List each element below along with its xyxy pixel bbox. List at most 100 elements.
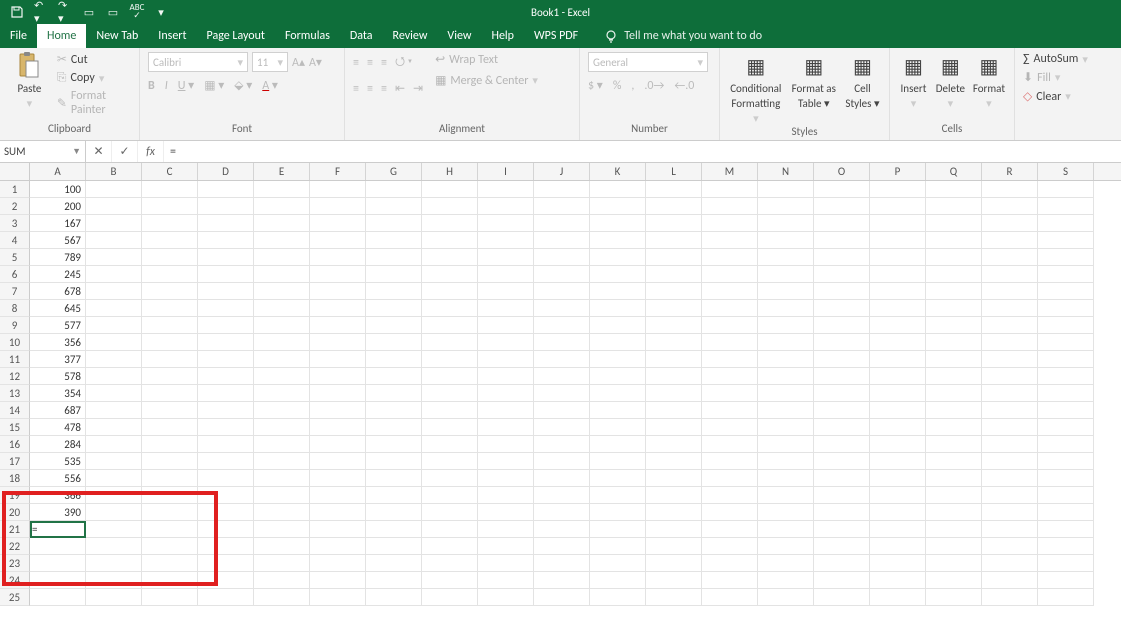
cell-D7[interactable]	[198, 283, 254, 300]
cell-G4[interactable]	[366, 232, 422, 249]
undo-icon[interactable]: ↶ ▾	[34, 5, 48, 19]
col-header-J[interactable]: J	[534, 163, 590, 180]
cell-N18[interactable]	[758, 470, 814, 487]
cell-R9[interactable]	[982, 317, 1038, 334]
cell-D24[interactable]	[198, 572, 254, 589]
fill-color-button[interactable]: ⬙ ▾	[234, 78, 252, 93]
cell-G18[interactable]	[366, 470, 422, 487]
cell-J22[interactable]	[534, 538, 590, 555]
cell-N3[interactable]	[758, 215, 814, 232]
cell-S2[interactable]	[1038, 198, 1094, 215]
cell-A3[interactable]: 167	[30, 215, 86, 232]
cell-B18[interactable]	[86, 470, 142, 487]
cell-M2[interactable]	[702, 198, 758, 215]
cell-E15[interactable]	[254, 419, 310, 436]
cell-E5[interactable]	[254, 249, 310, 266]
cell-H8[interactable]	[422, 300, 478, 317]
align-bottom-icon[interactable]: ≡	[381, 56, 387, 70]
cell-Q15[interactable]	[926, 419, 982, 436]
select-all-corner[interactable]	[0, 163, 30, 180]
cell-F1[interactable]	[310, 181, 366, 198]
cell-I16[interactable]	[478, 436, 534, 453]
cell-D6[interactable]	[198, 266, 254, 283]
cell-L12[interactable]	[646, 368, 702, 385]
cell-H14[interactable]	[422, 402, 478, 419]
cell-M19[interactable]	[702, 487, 758, 504]
cell-M25[interactable]	[702, 589, 758, 606]
cell-A1[interactable]: 100	[30, 181, 86, 198]
number-format-select[interactable]: General▾	[588, 52, 708, 72]
col-header-R[interactable]: R	[982, 163, 1038, 180]
cell-R20[interactable]	[982, 504, 1038, 521]
cell-K18[interactable]	[590, 470, 646, 487]
cell-O2[interactable]	[814, 198, 870, 215]
col-header-G[interactable]: G	[366, 163, 422, 180]
cell-P1[interactable]	[870, 181, 926, 198]
cell-N15[interactable]	[758, 419, 814, 436]
cell-J19[interactable]	[534, 487, 590, 504]
col-header-I[interactable]: I	[478, 163, 534, 180]
cell-S9[interactable]	[1038, 317, 1094, 334]
cell-J5[interactable]	[534, 249, 590, 266]
cell-K10[interactable]	[590, 334, 646, 351]
cell-H12[interactable]	[422, 368, 478, 385]
cell-J20[interactable]	[534, 504, 590, 521]
cell-C22[interactable]	[142, 538, 198, 555]
align-middle-icon[interactable]: ≡	[367, 56, 373, 70]
cell-P24[interactable]	[870, 572, 926, 589]
cell-M7[interactable]	[702, 283, 758, 300]
cell-A22[interactable]	[30, 538, 86, 555]
cell-B12[interactable]	[86, 368, 142, 385]
cell-S18[interactable]	[1038, 470, 1094, 487]
cell-R17[interactable]	[982, 453, 1038, 470]
cell-K12[interactable]	[590, 368, 646, 385]
cell-D12[interactable]	[198, 368, 254, 385]
cell-G13[interactable]	[366, 385, 422, 402]
cell-O13[interactable]	[814, 385, 870, 402]
spellcheck-icon[interactable]: ABC✓	[130, 5, 144, 19]
cell-K6[interactable]	[590, 266, 646, 283]
cell-F20[interactable]	[310, 504, 366, 521]
tab-review[interactable]: Review	[383, 24, 438, 48]
cell-H19[interactable]	[422, 487, 478, 504]
tab-home[interactable]: Home	[37, 24, 86, 48]
align-center-icon[interactable]: ≡	[367, 82, 373, 96]
cell-L9[interactable]	[646, 317, 702, 334]
cell-Q6[interactable]	[926, 266, 982, 283]
cell-R22[interactable]	[982, 538, 1038, 555]
cell-F2[interactable]	[310, 198, 366, 215]
cell-A8[interactable]: 645	[30, 300, 86, 317]
cell-I19[interactable]	[478, 487, 534, 504]
cell-D13[interactable]	[198, 385, 254, 402]
cell-R23[interactable]	[982, 555, 1038, 572]
cell-J10[interactable]	[534, 334, 590, 351]
font-name-select[interactable]: Calibri▾	[148, 52, 248, 72]
cell-O15[interactable]	[814, 419, 870, 436]
cell-F13[interactable]	[310, 385, 366, 402]
cell-Q11[interactable]	[926, 351, 982, 368]
cell-B14[interactable]	[86, 402, 142, 419]
print-icon[interactable]: ▭	[106, 5, 120, 19]
cell-S3[interactable]	[1038, 215, 1094, 232]
cell-S11[interactable]	[1038, 351, 1094, 368]
cell-A4[interactable]: 567	[30, 232, 86, 249]
cell-E23[interactable]	[254, 555, 310, 572]
align-right-icon[interactable]: ≡	[381, 82, 387, 96]
col-header-O[interactable]: O	[814, 163, 870, 180]
cell-B15[interactable]	[86, 419, 142, 436]
bold-button[interactable]: B	[148, 79, 155, 93]
cell-G6[interactable]	[366, 266, 422, 283]
cell-H13[interactable]	[422, 385, 478, 402]
cell-L22[interactable]	[646, 538, 702, 555]
cell-G12[interactable]	[366, 368, 422, 385]
cell-E19[interactable]	[254, 487, 310, 504]
cell-R25[interactable]	[982, 589, 1038, 606]
decrease-decimal-icon[interactable]: ←.0	[674, 79, 694, 93]
cell-G9[interactable]	[366, 317, 422, 334]
cell-C24[interactable]	[142, 572, 198, 589]
cell-A20[interactable]: 390	[30, 504, 86, 521]
cell-L13[interactable]	[646, 385, 702, 402]
cell-O19[interactable]	[814, 487, 870, 504]
cell-R14[interactable]	[982, 402, 1038, 419]
cell-R16[interactable]	[982, 436, 1038, 453]
